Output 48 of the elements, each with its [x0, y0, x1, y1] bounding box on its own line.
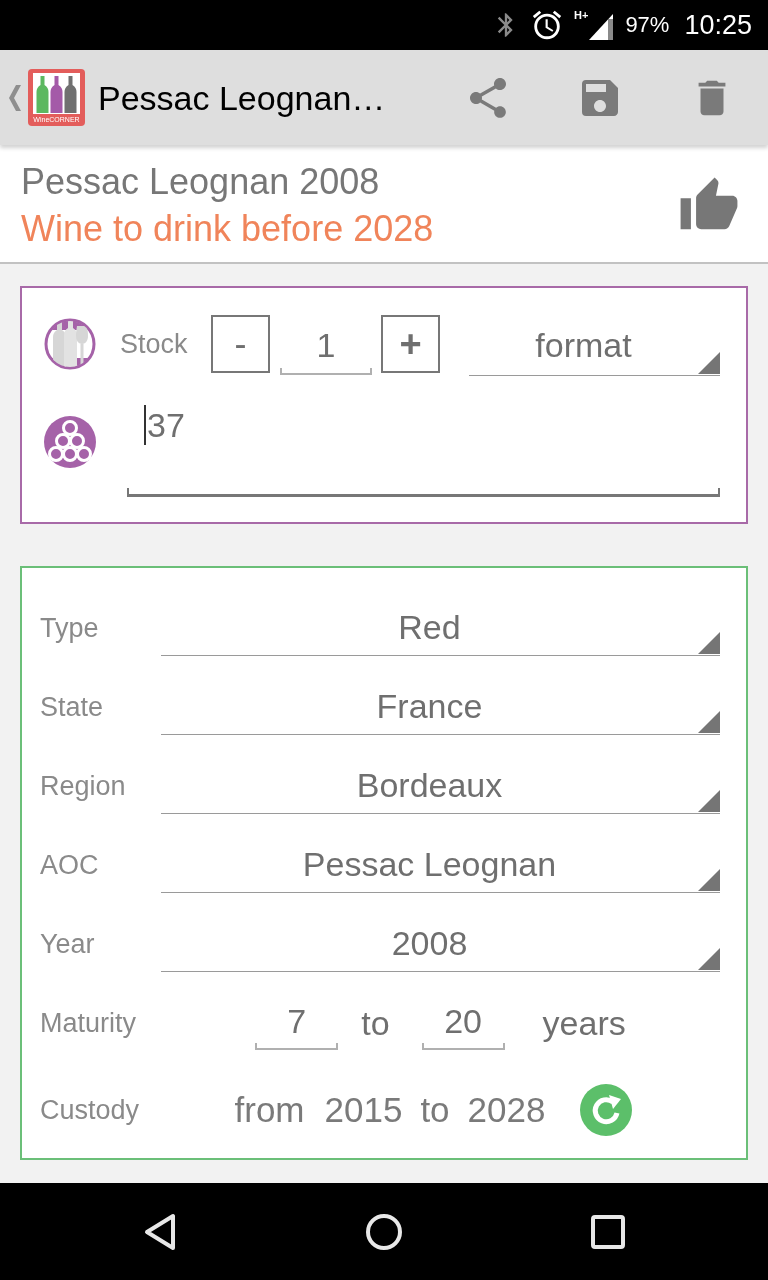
maturity-to-field[interactable]: 20	[421, 995, 505, 1050]
dropdown[interactable]: format	[469, 315, 720, 376]
home-circle-icon	[366, 1213, 402, 1250]
toolbar-title: Pessac Leognan…	[98, 77, 387, 118]
back-triangle-icon	[143, 1212, 177, 1251]
dropdown[interactable]: Red	[161, 599, 720, 656]
location-field[interactable]: 37	[127, 395, 720, 497]
wine-name: Pessac Leognan 2008	[21, 160, 381, 204]
increment-button[interactable]: +	[381, 315, 440, 373]
dropdown-triangle-icon	[698, 790, 720, 812]
range-joiner: to	[420, 1090, 450, 1130]
field-label: Type	[40, 611, 100, 645]
dropdown-triangle-icon	[698, 869, 720, 891]
field-label: Custody	[40, 1094, 141, 1127]
field-label: Year	[40, 927, 96, 961]
dropdown[interactable]: France	[161, 678, 720, 735]
custody-end-year: 2028	[467, 1090, 546, 1130]
recents-square-icon	[591, 1214, 625, 1249]
quantity-field[interactable]: 1	[280, 315, 372, 375]
bottles-ring-icon	[44, 318, 96, 370]
dropdown-triangle-icon	[698, 711, 720, 733]
range-prefix: from	[234, 1090, 305, 1130]
battery-level: 97%	[625, 14, 670, 36]
signal-icon	[589, 14, 614, 40]
unit-label: years	[542, 1002, 626, 1043]
dropdown-triangle-icon	[698, 632, 720, 654]
dropdown-triangle-icon	[698, 948, 720, 970]
dropdown[interactable]: Bordeaux	[161, 757, 720, 814]
field-label: Region	[40, 769, 127, 803]
clock-time: 10:25	[684, 11, 752, 39]
alarm-clock-icon	[530, 8, 564, 42]
dropdown[interactable]: 2008	[161, 915, 720, 972]
field-label: State	[40, 690, 105, 724]
refresh-icon[interactable]	[580, 1084, 633, 1136]
dropdown[interactable]: Pessac Leognan	[161, 836, 720, 893]
wine-bottles-icon	[33, 73, 80, 114]
chevron-left-icon[interactable]	[8, 83, 21, 112]
network-type: H+	[574, 10, 589, 21]
field-label: AOC	[40, 848, 100, 882]
decrement-button[interactable]: -	[211, 315, 270, 373]
drink-advice: Wine to drink before 2028	[21, 207, 435, 251]
field-label: Maturity	[40, 1006, 138, 1040]
custody-start-year: 2015	[324, 1090, 403, 1130]
bottle-rack-icon	[44, 416, 96, 468]
range-joiner: to	[361, 1002, 390, 1043]
maturity-from-field[interactable]: 7	[255, 995, 339, 1050]
dropdown-triangle-icon	[698, 351, 720, 374]
stock-label: Stock	[120, 328, 189, 361]
